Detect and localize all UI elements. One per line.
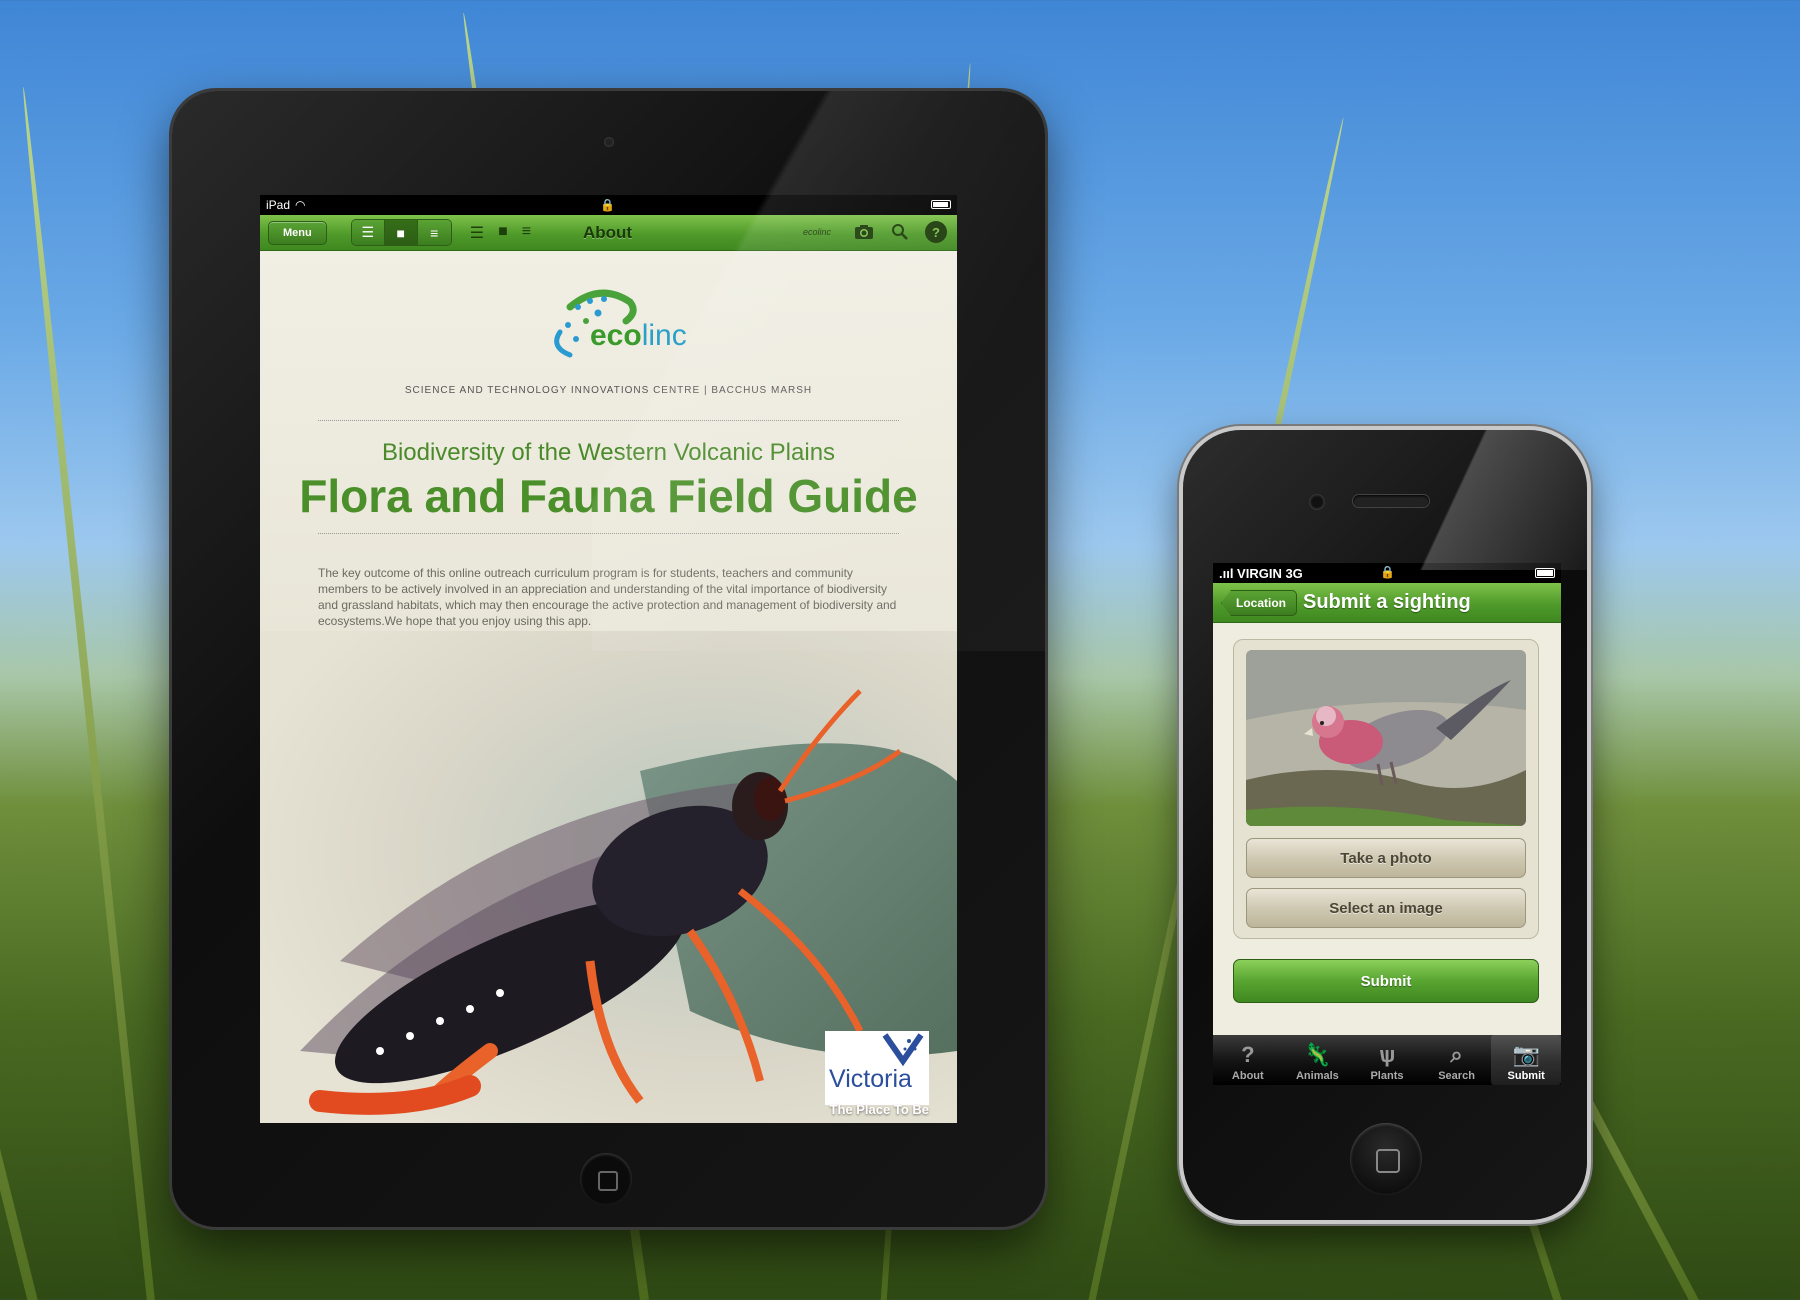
layout-page-icon[interactable]: ■ <box>384 220 418 245</box>
victoria-wordmark: Victoria <box>829 1065 912 1093</box>
toolbar-logo: ecolinc <box>802 227 831 237</box>
tab-submit[interactable]: 📷 Submit <box>1491 1035 1561 1085</box>
guide-title: Flora and Fauna Field Guide <box>299 470 918 522</box>
help-icon[interactable]: ? <box>925 221 947 243</box>
tab-label: About <box>1231 1070 1264 1082</box>
back-button[interactable]: Location <box>1221 590 1297 616</box>
select-image-button[interactable]: Select an image <box>1246 888 1526 928</box>
about-page: ecolinc SCIENCE AND TECHNOLOGY INNOVATIO… <box>260 251 957 1123</box>
camera-icon[interactable] <box>853 221 875 243</box>
iphone-device: .ııl VIRGIN 3G 🔒 Location Submit a sight… <box>1183 430 1587 1220</box>
tab-animals[interactable]: 🦎 Animals <box>1283 1035 1353 1085</box>
view-list-icon[interactable]: ☰ <box>470 223 484 243</box>
search-icon[interactable] <box>889 221 911 243</box>
view-text-icon[interactable]: ≡ <box>522 223 531 243</box>
victoria-logo: Victoria <box>825 1031 929 1105</box>
grass-icon: ѱ <box>1378 1042 1396 1067</box>
view-block-icon[interactable]: ■ <box>498 223 508 243</box>
toolbar-title: About <box>583 223 633 242</box>
search-icon: ⌕ <box>1450 1042 1463 1067</box>
iphone-home-button[interactable] <box>1350 1123 1422 1195</box>
menu-button[interactable]: Menu <box>268 220 327 245</box>
tab-plants[interactable]: ѱ Plants <box>1352 1035 1422 1085</box>
intro-paragraph: The key outcome of this online outreach … <box>318 566 897 628</box>
divider <box>318 420 899 421</box>
tab-label: Search <box>1438 1070 1475 1082</box>
battery-icon <box>931 200 951 209</box>
submit-sighting-form: Take a photo Select an image Submit <box>1213 623 1561 1043</box>
divider <box>318 533 899 534</box>
iphone-camera <box>1309 494 1325 510</box>
ipad-screen: iPad ◠ 🔒 Menu ☰ ■ ≡ ☰ ■ ≡ About ecolinc <box>260 195 957 1123</box>
galah-photo <box>1246 650 1526 826</box>
carrier-label: .ııl VIRGIN 3G <box>1219 565 1303 581</box>
help-icon: ? <box>1241 1042 1255 1067</box>
toolbar-right: ecolinc ? <box>803 221 947 243</box>
tab-about[interactable]: ? About <box>1213 1035 1283 1085</box>
lock-icon: 🔒 <box>600 198 615 212</box>
nav-title: Submit a sighting <box>1303 591 1471 613</box>
ecolinc-wordmark: ecolinc <box>590 319 687 352</box>
iphone-screen: .ııl VIRGIN 3G 🔒 Location Submit a sight… <box>1213 563 1561 1085</box>
logo-subtitle: SCIENCE AND TECHNOLOGY INNOVATIONS CENTR… <box>404 385 813 396</box>
layout-text-icon[interactable]: ≡ <box>417 220 451 245</box>
take-photo-button[interactable]: Take a photo <box>1246 838 1526 878</box>
tab-label: Submit <box>1507 1070 1545 1082</box>
camera-icon: 📷 <box>1512 1042 1540 1067</box>
iphone-glare <box>1373 430 1587 570</box>
ipad-camera <box>604 137 614 147</box>
submit-button[interactable]: Submit <box>1233 959 1539 1003</box>
layout-segmented-control: ☰ ■ ≡ <box>350 219 452 246</box>
iphone-tab-bar: ? About 🦎 Animals ѱ Plants ⌕ Search 📷 Su… <box>1213 1035 1561 1085</box>
tab-search[interactable]: ⌕ Search <box>1422 1035 1492 1085</box>
guide-subtitle: Biodiversity of the Western Volcanic Pla… <box>381 439 836 466</box>
tab-label: Plants <box>1370 1070 1404 1082</box>
wifi-icon: ◠ <box>295 198 306 212</box>
carrier-label: iPad <box>266 198 291 212</box>
ipad-device: iPad ◠ 🔒 Menu ☰ ■ ≡ ☰ ■ ≡ About ecolinc <box>172 91 1045 1227</box>
layout-list-icon[interactable]: ☰ <box>351 220 385 245</box>
photo-card: Take a photo Select an image <box>1233 639 1539 939</box>
lizard-icon: 🦎 <box>1303 1042 1332 1067</box>
ipad-home-button[interactable] <box>580 1153 632 1205</box>
ipad-status-bar: iPad ◠ 🔒 <box>260 195 957 215</box>
iphone-nav-bar: Location Submit a sighting <box>1213 583 1561 623</box>
ipad-toolbar: Menu ☰ ■ ≡ ☰ ■ ≡ About ecolinc ? <box>260 215 957 251</box>
view-icons: ☰ ■ ≡ <box>470 223 531 243</box>
tab-label: Animals <box>1295 1070 1339 1082</box>
victoria-tagline: The Place To Be <box>829 1102 929 1117</box>
